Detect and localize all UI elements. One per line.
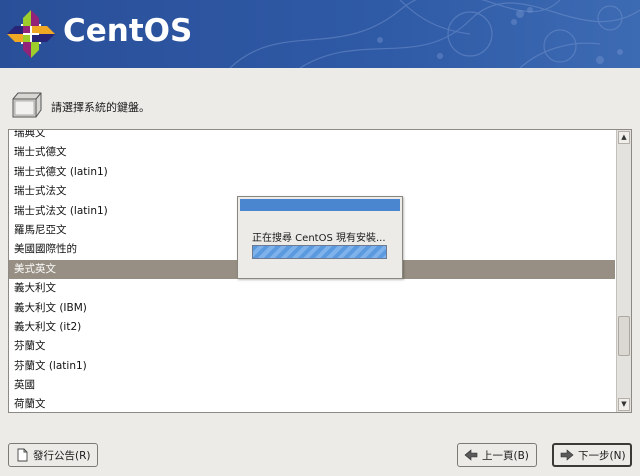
- progress-bar-fill: [253, 246, 386, 258]
- release-notes-label: 發行公告(R): [33, 449, 91, 462]
- keyboard-prompt: 請選擇系統的鍵盤。: [51, 101, 150, 114]
- keyboard-list-item[interactable]: 英國: [9, 376, 615, 395]
- centos-logo-icon: [7, 10, 55, 58]
- dialog-titlebar: [240, 199, 400, 211]
- scroll-down-arrow-icon[interactable]: ▼: [618, 398, 630, 411]
- scroll-up-arrow-icon[interactable]: ▲: [618, 131, 630, 144]
- arrow-left-icon: [464, 449, 478, 461]
- scrollbar-thumb[interactable]: [618, 316, 630, 356]
- next-label: 下一步(N): [578, 449, 626, 462]
- dialog-message: 正在搜尋 CentOS 現有安裝...: [252, 233, 386, 244]
- keyboard-list-item[interactable]: 義大利文 (it2): [9, 318, 615, 337]
- next-button[interactable]: 下一步(N): [552, 443, 632, 467]
- keyboard-list-item[interactable]: 義大利文 (IBM): [9, 299, 615, 318]
- keyboard-list-item[interactable]: 芬蘭文: [9, 337, 615, 356]
- search-progress-dialog: 正在搜尋 CentOS 現有安裝...: [237, 196, 403, 279]
- back-label: 上一頁(B): [482, 449, 529, 462]
- keyboard-list-item[interactable]: 義大利文: [9, 279, 615, 298]
- brand-name: CentOS: [63, 13, 193, 49]
- vertical-scrollbar[interactable]: ▲ ▼: [616, 130, 631, 412]
- keyboard-list-item[interactable]: 瑞士式德文: [9, 143, 615, 162]
- progress-bar: [252, 245, 387, 259]
- keyboard-list-item[interactable]: 瑞士式德文 (latin1): [9, 163, 615, 182]
- document-icon: [17, 448, 28, 462]
- keyboard-list-item[interactable]: 荷蘭文: [9, 395, 615, 412]
- back-button[interactable]: 上一頁(B): [457, 443, 537, 467]
- keyboard-list-item[interactable]: 芬蘭文 (latin1): [9, 357, 615, 376]
- arrow-right-icon: [560, 449, 574, 461]
- header-banner: CentOS: [0, 0, 640, 68]
- keyboard-list-item[interactable]: 瑞典文: [9, 130, 615, 143]
- keyboard-key-icon: [12, 92, 42, 118]
- release-notes-button[interactable]: 發行公告(R): [8, 443, 98, 467]
